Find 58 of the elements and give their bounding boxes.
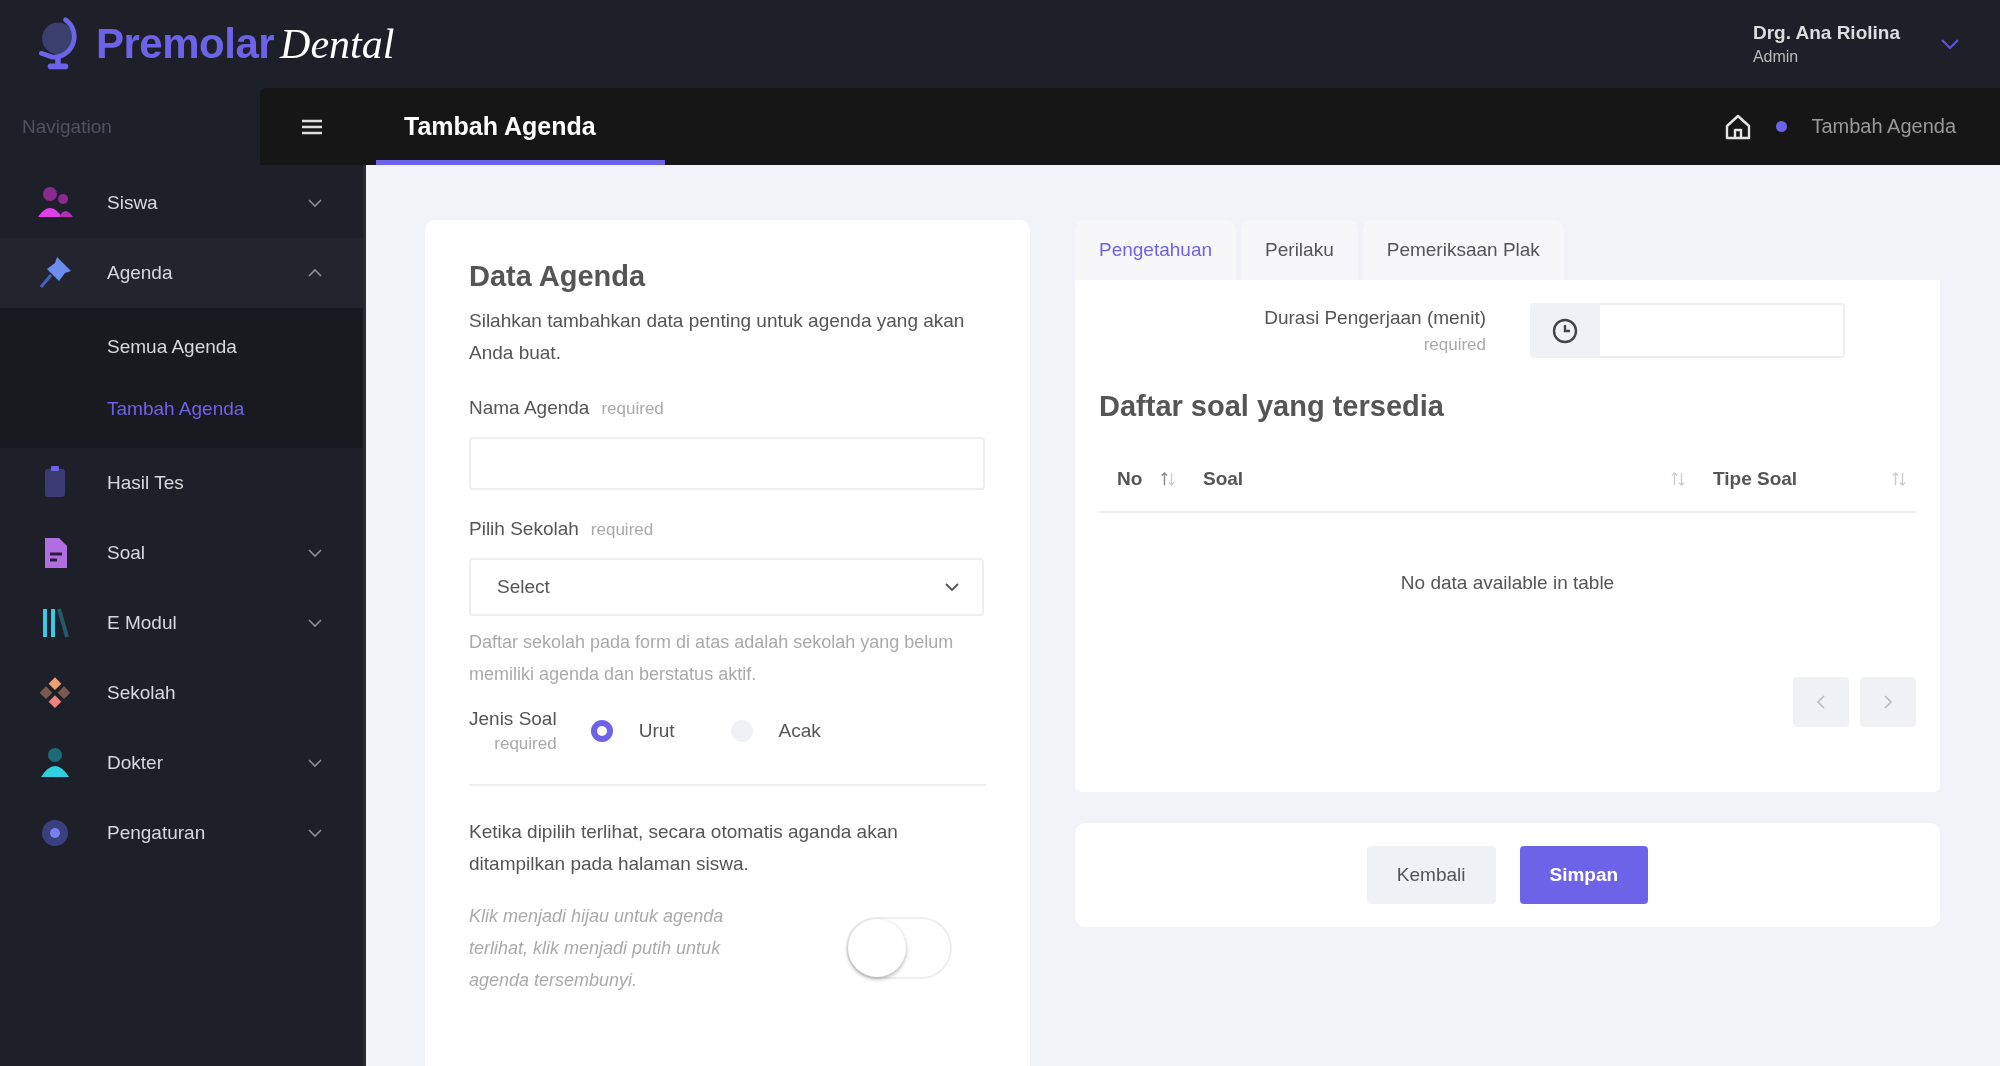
sidebar-item[interactable]: Agenda (0, 238, 363, 308)
column-header[interactable]: Soal (1185, 447, 1695, 511)
field-hint: Daftar sekolah pada form di atas adalah sekolah yang belum memiliki agenda dan berstatus aktif. (469, 631, 955, 686)
navigation-heading: Navigation (22, 115, 112, 138)
brand-name: Premolar (96, 20, 275, 68)
sidebar-item[interactable]: Soal (0, 518, 363, 588)
breadcrumb-dot-icon (1776, 121, 1788, 132)
submenu-item[interactable]: Tambah Agenda (0, 378, 363, 440)
form-title: Data Agenda (469, 260, 647, 293)
select-field[interactable]: Select (469, 558, 984, 616)
chevron-left-icon (1816, 694, 1826, 710)
user-role: Admin (1752, 48, 1800, 66)
menu-icon[interactable] (302, 118, 322, 135)
sidebar-item[interactable]: Hasil Tes (0, 448, 363, 518)
brand-script: Dental (280, 20, 395, 68)
chevron-down-icon[interactable] (1940, 38, 1960, 50)
required-note: required (494, 734, 557, 754)
chevron-down-icon (307, 828, 323, 838)
tab[interactable]: Perilaku (1241, 220, 1358, 280)
required-note: required (1423, 334, 1486, 355)
required-note: required (601, 399, 664, 419)
chevron-down-icon (307, 618, 323, 628)
form-intro: Silahkan tambahkan data penting untuk agenda yang akan Anda buat. (469, 309, 966, 365)
field-label: Durasi Pengerjaan (menit) (1264, 306, 1486, 329)
sidebar-item[interactable]: E Modul (0, 588, 363, 658)
required-note: required (590, 520, 654, 540)
sidebar-item[interactable]: Dokter (0, 728, 363, 798)
radio-button[interactable] (590, 720, 613, 742)
radio-label[interactable]: Urut (638, 720, 675, 742)
breadcrumb-item: Tambah Agenda (1811, 115, 1956, 138)
clock-icon (1551, 316, 1579, 345)
submenu-item[interactable]: Semua Agenda (0, 316, 363, 378)
field-label: Nama Agenda (469, 397, 590, 419)
chevron-down-icon (307, 548, 323, 558)
back-button[interactable]: Kembali (1366, 846, 1496, 904)
field-label: Jenis Soal (469, 708, 557, 730)
table-title: Daftar soal yang tersedia (1099, 390, 1445, 423)
visibility-note: Klik menjadi hijau untuk agenda terlihat, klik menjadi putih untuk agenda tersembunyi. (469, 905, 725, 992)
chevron-down-icon (307, 198, 323, 208)
radio-label[interactable]: Acak (778, 720, 821, 742)
toggle-switch[interactable] (846, 917, 952, 979)
empty-table-message: No data available in table (1400, 572, 1615, 594)
home-icon[interactable] (1724, 112, 1753, 141)
column-header[interactable]: No (1099, 447, 1185, 511)
sidebar-item[interactable]: Pengaturan (0, 798, 363, 868)
visibility-info: Ketika dipilih terlihat, secara otomatis aganda akan ditampilkan pada halaman siswa. (469, 820, 899, 876)
column-header[interactable]: Tipe Soal (1695, 447, 1916, 511)
chevron-down-icon (944, 582, 960, 592)
tab[interactable]: Pemeriksaan Plak (1362, 220, 1564, 280)
tab[interactable]: Pengetahuan (1075, 220, 1237, 280)
sidebar-item[interactable]: Siswa (0, 168, 363, 238)
save-button[interactable]: Simpan (1519, 846, 1649, 904)
chevron-up-icon (307, 268, 323, 278)
sidebar-item[interactable]: Sekolah (0, 658, 363, 728)
chevron-right-icon (1883, 694, 1893, 710)
user-name: Drg. Ana Riolina (1752, 22, 1900, 44)
field-label: Pilih Sekolah (469, 518, 579, 540)
chevron-down-icon (307, 758, 323, 768)
